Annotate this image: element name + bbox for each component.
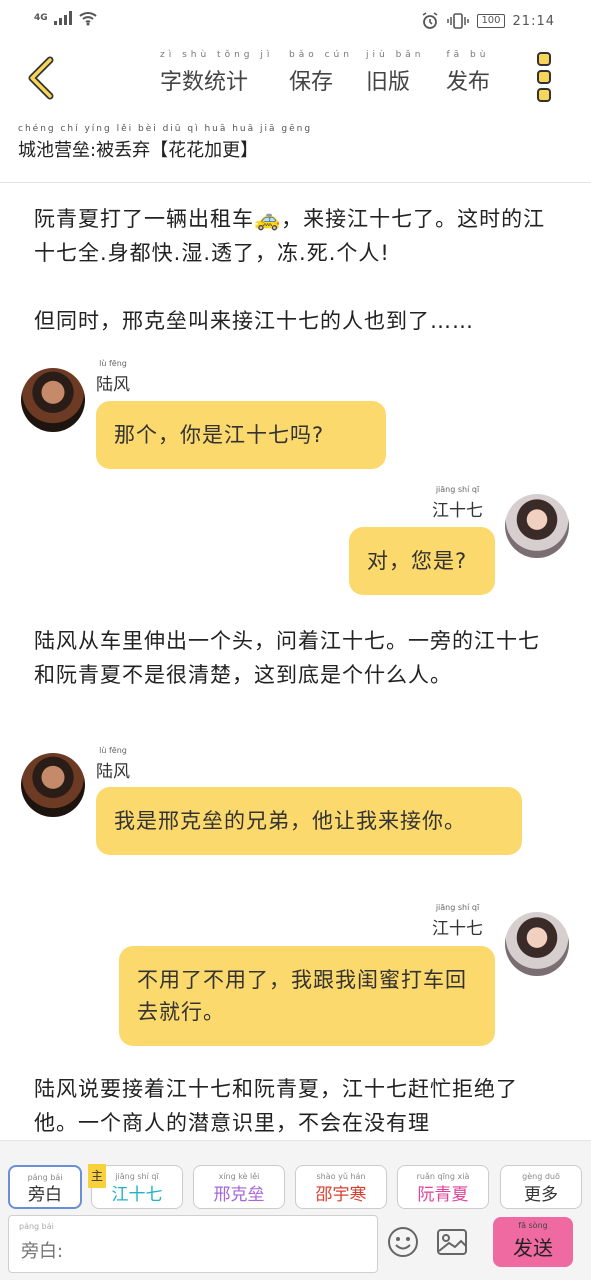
- message-input-box: páng bái: [8, 1215, 378, 1273]
- speaker-name: jiāng shí qī 江十七: [432, 903, 483, 939]
- role-chip-jiang[interactable]: 主 jiāng shí qī 江十七: [88, 1164, 183, 1209]
- role-chip-ruan[interactable]: ruǎn qīng xià 阮青夏: [397, 1165, 489, 1209]
- narration-block[interactable]: 阮青夏打了一辆出租车🚕，来接江十七了。这时的江十七全.身都快.湿.透了，冻.死.…: [34, 202, 559, 270]
- story-title[interactable]: chéng chí yíng lěi bèi diū qì huā huā ji…: [18, 124, 310, 162]
- speaker-name: jiāng shí qī 江十七: [432, 485, 483, 521]
- chat-bubble-right[interactable]: 对，您是?: [349, 527, 495, 595]
- role-chip-narrator[interactable]: páng bái 旁白: [8, 1165, 82, 1209]
- more-menu-icon[interactable]: [537, 52, 553, 106]
- role-chip-xing[interactable]: xíng kè lěi 邢克垒: [193, 1165, 285, 1209]
- composer-panel: páng bái 旁白 主 jiāng shí qī 江十七 xíng kè lěi…: [0, 1140, 591, 1280]
- network-label: 4G: [34, 13, 48, 23]
- narration-block[interactable]: 但同时，邢克垒叫来接江十七的人也到了……: [34, 304, 559, 338]
- signal-icon: [53, 11, 72, 25]
- avatar: [505, 912, 569, 976]
- narration-block[interactable]: 陆风从车里伸出一个头，问着江十七。一旁的江十七和阮青夏不是很清楚，这到底是个什么…: [34, 624, 559, 692]
- image-icon[interactable]: [435, 1225, 469, 1259]
- avatar: [21, 368, 85, 432]
- old-version-button[interactable]: jiù bǎn 旧版: [366, 50, 420, 96]
- save-button[interactable]: bǎo cún 保存: [289, 50, 349, 96]
- chat-bubble-left[interactable]: 我是邢克垒的兄弟，他让我来接你。: [96, 787, 522, 855]
- editor-toolbar: zì shù tǒng jì 字数统计 bǎo cún 保存 jiù bǎn 旧版 f…: [0, 44, 591, 112]
- alarm-icon: [422, 12, 438, 29]
- wifi-icon: [78, 12, 97, 26]
- send-button[interactable]: fā sòng 发送: [493, 1217, 573, 1267]
- back-button[interactable]: [22, 54, 62, 102]
- message-input[interactable]: [9, 1216, 377, 1272]
- avatar: [21, 753, 85, 817]
- battery-icon: 100: [477, 14, 505, 28]
- role-chip-shao[interactable]: shào yǔ hán 邵宇寒: [295, 1165, 387, 1209]
- emoji-icon[interactable]: [386, 1225, 420, 1259]
- status-bar: 4G 100 21:14: [0, 0, 591, 40]
- chat-bubble-left[interactable]: 那个，你是江十七吗?: [96, 401, 386, 469]
- avatar: [505, 494, 569, 558]
- vibrate-icon: [447, 13, 470, 29]
- word-count-button[interactable]: zì shù tǒng jì 字数统计: [160, 50, 269, 96]
- speaker-name: lù fēng 陆风: [96, 359, 130, 395]
- divider: [0, 182, 591, 183]
- clock: 21:14: [512, 13, 555, 29]
- speaker-name: lù fēng 陆风: [96, 746, 130, 782]
- publish-button[interactable]: fā bù 发布: [446, 50, 490, 96]
- chat-bubble-right[interactable]: 不用了不用了，我跟我闺蜜打车回去就行。: [119, 946, 495, 1046]
- role-chip-more[interactable]: gèng duō 更多: [500, 1165, 582, 1209]
- narration-block[interactable]: 陆风说要接着江十七和阮青夏，江十七赶忙拒绝了他。一个商人的潜意识里，不会在没有理: [34, 1072, 559, 1140]
